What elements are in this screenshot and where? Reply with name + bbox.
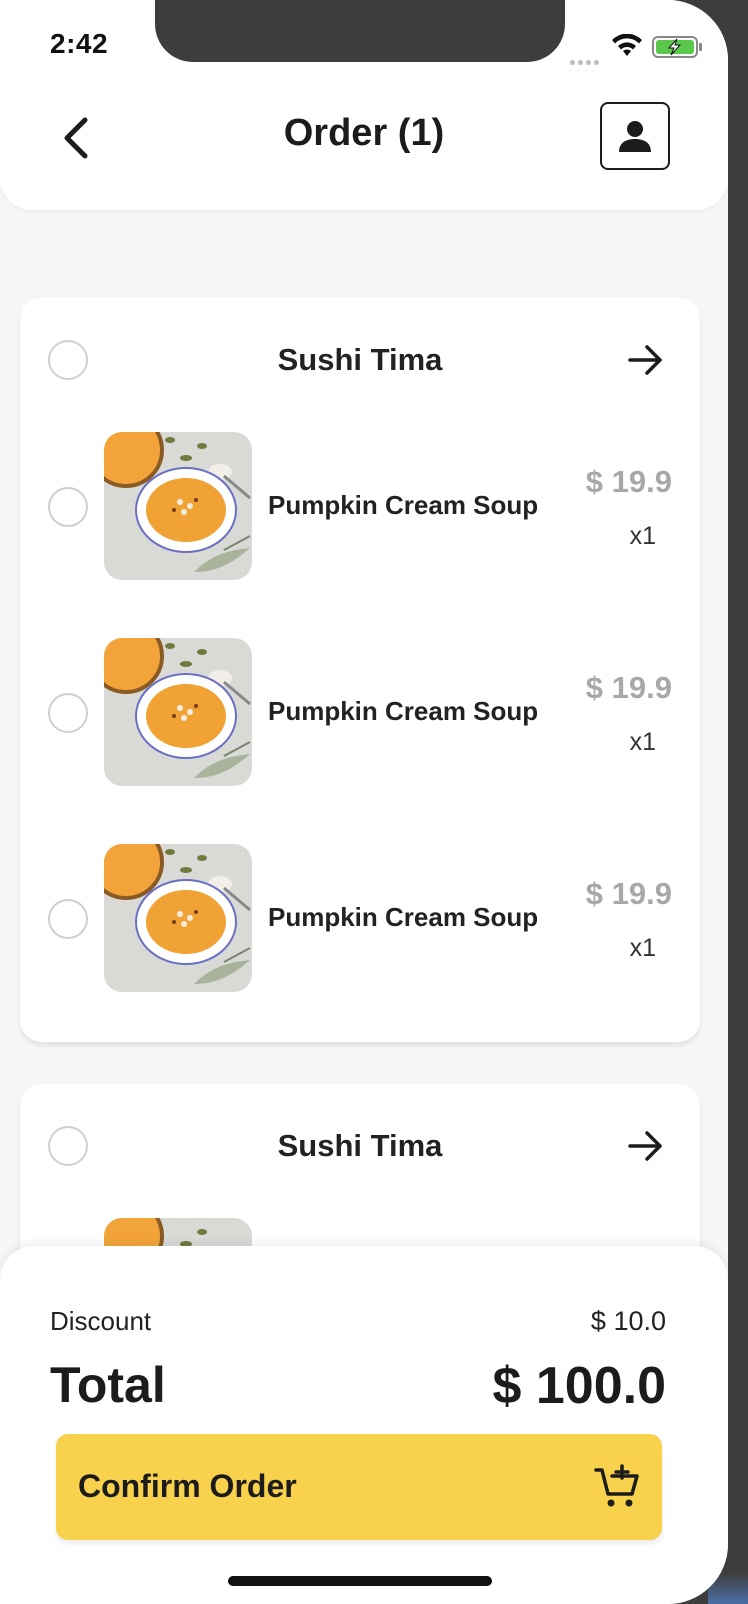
item-name: Pumpkin Cream Soup	[268, 696, 539, 726]
store-open-button[interactable]	[624, 1124, 668, 1168]
order-summary: Discount $ 10.0 Total $ 100.0 Confirm Or…	[0, 1246, 728, 1604]
item-quantity: x1	[629, 522, 656, 550]
signal-icon	[570, 52, 602, 65]
item-select-radio[interactable]	[48, 899, 88, 939]
store-card: Sushi Tima	[20, 298, 700, 1042]
item-price: $ 19.9	[585, 876, 672, 911]
item-select-radio[interactable]	[48, 693, 88, 733]
back-button[interactable]	[56, 110, 96, 166]
store-name: Sushi Tima	[277, 1128, 443, 1163]
battery-icon	[652, 36, 702, 58]
arrow-right-icon	[628, 1131, 662, 1161]
item-quantity: x1	[629, 728, 656, 756]
item-name: Pumpkin Cream Soup	[268, 902, 539, 932]
item-price: $ 19.9	[585, 464, 672, 499]
total-label: Total	[50, 1357, 166, 1413]
profile-button[interactable]	[600, 102, 670, 170]
item-select-radio[interactable]	[48, 487, 88, 527]
discount-value: $ 10.0	[590, 1306, 666, 1336]
item-name: Pumpkin Cream Soup	[268, 490, 539, 520]
store-select-radio[interactable]	[48, 1126, 88, 1166]
store-name: Sushi Tima	[277, 342, 443, 377]
device-notch	[155, 0, 565, 62]
discount-label: Discount	[50, 1306, 152, 1336]
confirm-order-button[interactable]: Confirm Order	[56, 1434, 662, 1540]
app-header: Order (1)	[0, 70, 728, 210]
chevron-left-icon	[64, 117, 88, 159]
store-select-radio[interactable]	[48, 340, 88, 380]
arrow-right-icon	[628, 345, 662, 375]
confirm-order-label: Confirm Order	[78, 1468, 297, 1504]
store-open-button[interactable]	[624, 338, 668, 382]
order-item[interactable]: Pumpkin Cream Soup $ 19.9 x1	[20, 844, 700, 994]
soup-thumbnail	[104, 638, 252, 786]
status-time: 2:42	[50, 28, 109, 59]
phone-screen: 2:42 Order (1) Sushi Tima Pumpkin Cream …	[0, 0, 728, 1604]
status-bar: 2:42	[0, 0, 728, 70]
user-icon	[619, 121, 651, 152]
cart-add-icon	[594, 1464, 639, 1507]
home-indicator	[228, 1576, 492, 1586]
total-value: $ 100.0	[492, 1357, 667, 1415]
item-quantity: x1	[629, 934, 656, 962]
order-item[interactable]: Pumpkin Cream Soup $ 19.9 x1	[20, 432, 700, 582]
wifi-icon	[612, 34, 642, 56]
order-item[interactable]: Pumpkin Cream Soup $ 19.9 x1	[20, 638, 700, 788]
soup-thumbnail	[104, 844, 252, 992]
item-price: $ 19.9	[585, 670, 672, 705]
soup-thumbnail	[104, 432, 252, 580]
